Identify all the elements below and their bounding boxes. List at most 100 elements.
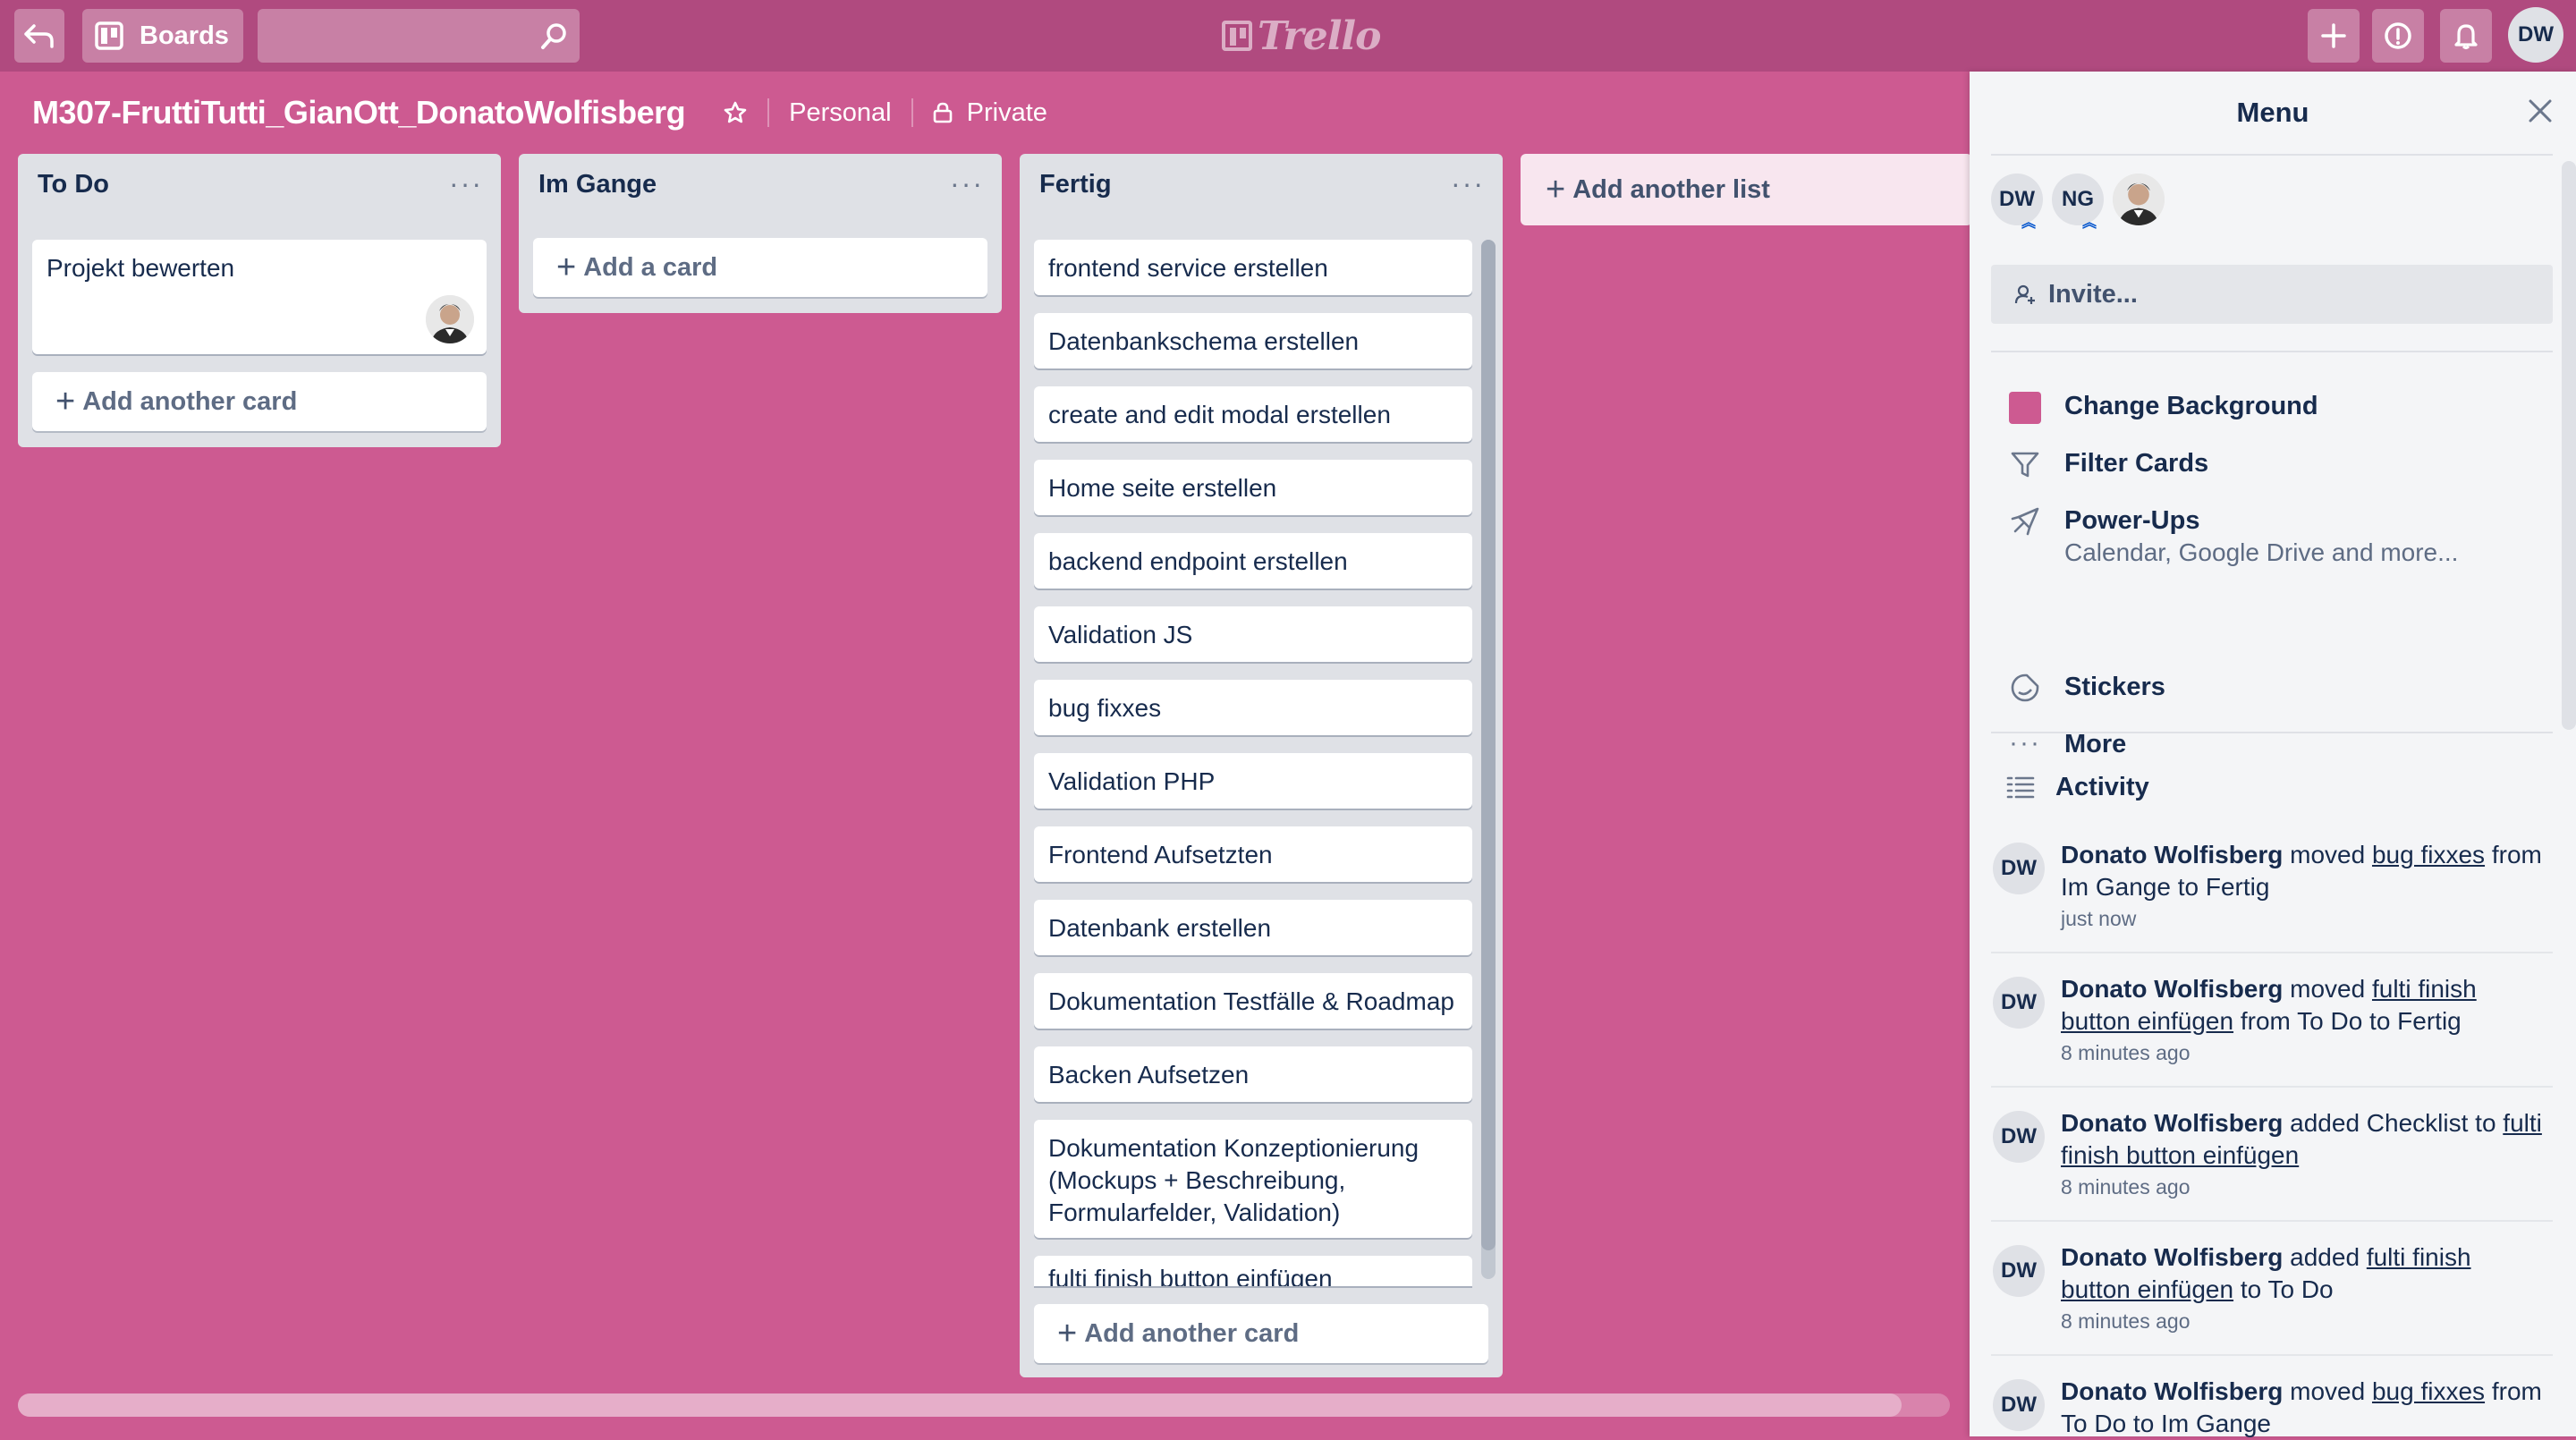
add-card-label: Add another card: [1084, 1318, 1300, 1348]
board-menu-sidebar: Menu DW ︽ NG ︽ Invite... Change Backgrou…: [1970, 72, 2576, 1437]
activity-member[interactable]: Donato Wolfisberg: [2061, 841, 2283, 868]
activity-avatar[interactable]: DW: [1993, 977, 2045, 1029]
invite-button[interactable]: Invite...: [1991, 265, 2553, 324]
activity-member[interactable]: Donato Wolfisberg: [2061, 1109, 2283, 1137]
user-avatar[interactable]: DW: [2508, 7, 2563, 63]
plus-icon: +: [55, 383, 76, 420]
add-card-button[interactable]: + Add another card: [1034, 1304, 1488, 1363]
list-menu-icon[interactable]: ···: [1451, 169, 1485, 198]
menu-title: Menu: [2236, 97, 2309, 128]
list-title[interactable]: Im Gange: [538, 170, 657, 199]
card[interactable]: Projekt bewerten: [32, 240, 487, 354]
activity-title: Activity: [2055, 773, 2149, 801]
board-scrollbar-thumb[interactable]: [18, 1393, 1902, 1417]
search-icon[interactable]: [540, 21, 569, 50]
list-scrollbar[interactable]: [1481, 240, 1496, 1279]
activity-card-link[interactable]: bug fixxes: [2372, 841, 2485, 868]
member-avatar[interactable]: DW ︽: [1991, 174, 2043, 231]
boards-button[interactable]: Boards: [82, 9, 243, 63]
list-done: Fertig ··· frontend service erstellen Da…: [1020, 154, 1503, 1377]
activity-action: added: [2290, 1243, 2360, 1271]
trello-logo[interactable]: Trello: [1222, 13, 1381, 59]
activity-action: added Checklist to: [2290, 1109, 2496, 1137]
create-button[interactable]: [2308, 9, 2360, 63]
card[interactable]: create and edit modal erstellen: [1034, 386, 1472, 442]
card[interactable]: Datenbankschema erstellen: [1034, 313, 1472, 368]
activity-avatar[interactable]: DW: [1993, 843, 2045, 894]
boards-icon: [95, 21, 123, 50]
back-button[interactable]: [14, 9, 64, 63]
list-menu-icon[interactable]: ···: [449, 169, 483, 198]
activity-time[interactable]: 8 minutes ago: [2061, 1038, 2544, 1068]
power-ups-label: Power-Ups: [2064, 506, 2200, 535]
activity-card-link[interactable]: bug fixxes: [2372, 1377, 2485, 1405]
card[interactable]: fulti finish button einfügen: [1034, 1256, 1472, 1286]
card[interactable]: Dokumentation Konzeptionierung (Mockups …: [1034, 1120, 1472, 1238]
plus-icon: +: [1057, 1315, 1078, 1352]
activity-divider: [1991, 1086, 2553, 1088]
card[interactable]: Home seite erstellen: [1034, 460, 1472, 515]
menu-scrollbar[interactable]: [2562, 161, 2576, 730]
card-title: Validation JS: [1048, 621, 1193, 648]
card[interactable]: Dokumentation Testfälle & Roadmap: [1034, 973, 1472, 1029]
card-title: Dokumentation Konzeptionierung (Mockups …: [1048, 1134, 1419, 1226]
activity-member[interactable]: Donato Wolfisberg: [2061, 975, 2283, 1003]
visibility-button[interactable]: Private: [967, 98, 1047, 128]
list-todo: To Do ··· Projekt bewerten + Add another…: [18, 154, 501, 447]
activity-time[interactable]: 8 minutes ago: [2061, 1306, 2544, 1336]
add-list-button[interactable]: + Add another list: [1521, 154, 1972, 225]
list-title[interactable]: Fertig: [1039, 170, 1112, 199]
activity-member[interactable]: Donato Wolfisberg: [2061, 1377, 2283, 1405]
activity-avatar[interactable]: DW: [1993, 1245, 2045, 1297]
more-dots-icon: ···: [2009, 728, 2041, 758]
list-menu-icon[interactable]: ···: [950, 169, 984, 198]
menu-divider: [1991, 351, 2553, 352]
board-title[interactable]: M307-FruttiTutti_GianOtt_DonatoWolfisber…: [32, 94, 686, 131]
bell-icon: [2454, 24, 2478, 49]
filter-cards-item[interactable]: Filter Cards: [2005, 447, 2208, 479]
member-avatar-photo[interactable]: [2113, 174, 2165, 225]
filter-cards-label: Filter Cards: [2064, 449, 2209, 478]
invite-label: Invite...: [2048, 279, 2138, 309]
notifications-button[interactable]: [2440, 9, 2492, 63]
activity-member[interactable]: Donato Wolfisberg: [2061, 1243, 2283, 1271]
search-input[interactable]: [258, 9, 555, 63]
card-title: Datenbankschema erstellen: [1048, 327, 1360, 355]
card[interactable]: Datenbank erstellen: [1034, 900, 1472, 955]
card[interactable]: Backen Aufsetzen: [1034, 1046, 1472, 1102]
change-background-item[interactable]: Change Background: [2005, 390, 2318, 424]
card[interactable]: backend endpoint erstellen: [1034, 533, 1472, 589]
member-avatar[interactable]: NG ︽: [2052, 174, 2104, 231]
add-card-button[interactable]: + Add a card: [533, 238, 987, 297]
list-scrollbar-thumb[interactable]: [1481, 240, 1496, 1250]
board-horizontal-scrollbar[interactable]: [18, 1393, 1950, 1417]
menu-divider: [1991, 732, 2553, 733]
activity-avatar[interactable]: DW: [1993, 1379, 2045, 1431]
list-title[interactable]: To Do: [38, 170, 109, 199]
activity-avatar[interactable]: DW: [1993, 1111, 2045, 1163]
add-card-button[interactable]: + Add another card: [32, 372, 487, 431]
team-button[interactable]: Personal: [789, 98, 891, 128]
star-icon[interactable]: [723, 100, 748, 125]
card[interactable]: frontend service erstellen: [1034, 240, 1472, 295]
card[interactable]: Validation PHP: [1034, 753, 1472, 809]
sticker-icon: [2005, 673, 2045, 703]
activity-action: moved: [2290, 841, 2366, 868]
stickers-item[interactable]: Stickers: [2005, 671, 2165, 703]
info-button[interactable]: [2372, 9, 2424, 63]
card[interactable]: Validation JS: [1034, 606, 1472, 662]
search-box[interactable]: [258, 9, 580, 63]
activity-icon: [2006, 776, 2035, 798]
card[interactable]: bug fixxes: [1034, 680, 1472, 735]
background-swatch-icon: [2005, 392, 2045, 424]
card-title: Home seite erstellen: [1048, 474, 1277, 502]
card-title: Dokumentation Testfälle & Roadmap: [1048, 987, 1454, 1015]
activity-time[interactable]: just now: [2061, 903, 2544, 934]
close-icon[interactable]: [2528, 98, 2553, 123]
list-in-progress: Im Gange ··· + Add a card: [519, 154, 1002, 313]
boards-label: Boards: [140, 21, 229, 50]
card[interactable]: Frontend Aufsetzten: [1034, 826, 1472, 882]
activity-time[interactable]: 8 minutes ago: [2061, 1172, 2544, 1202]
power-ups-item[interactable]: Power-Ups Calendar, Google Drive and mor…: [2005, 504, 2458, 569]
logo-text: Trello: [1258, 13, 1381, 59]
